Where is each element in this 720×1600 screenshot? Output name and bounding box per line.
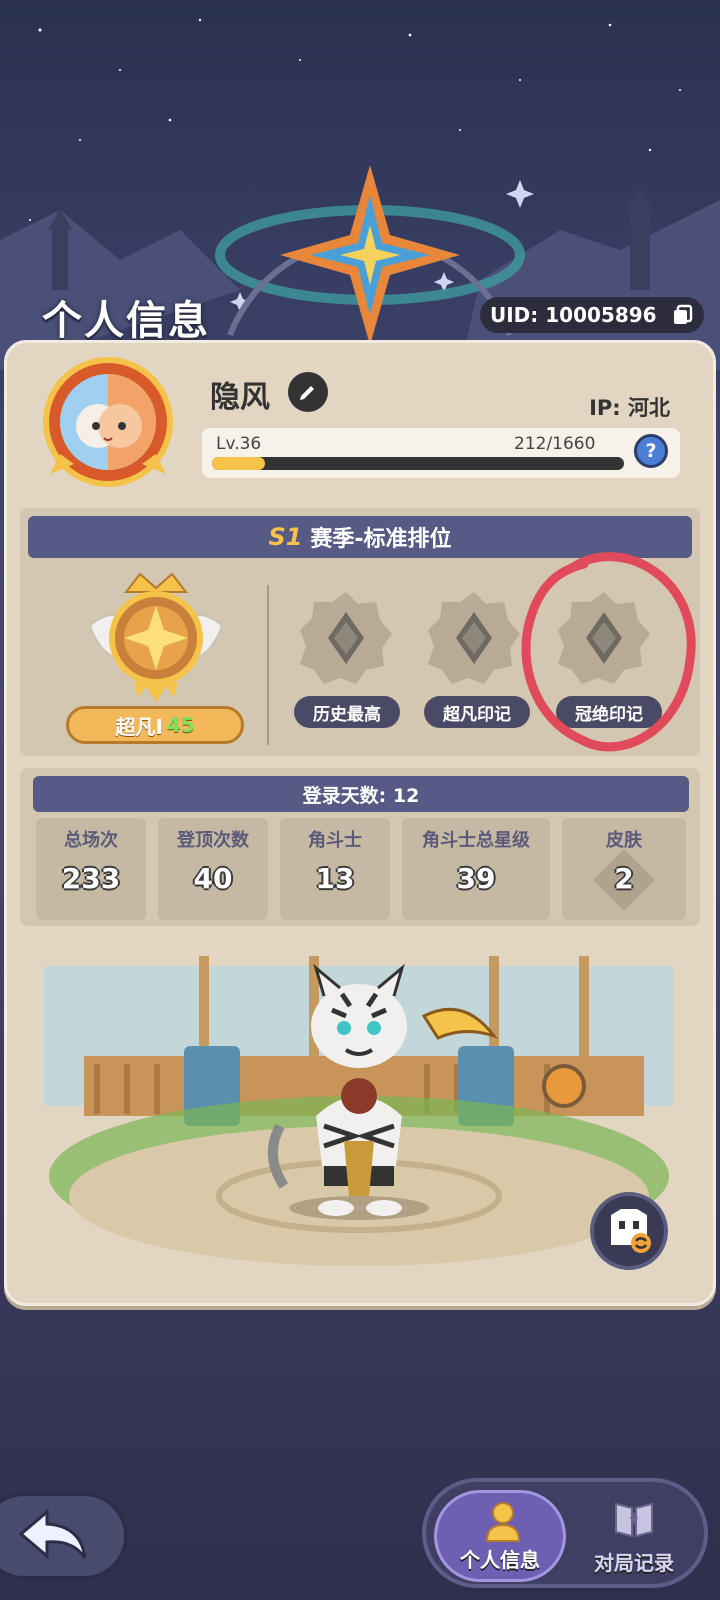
stat-label: 登顶次数: [177, 830, 249, 851]
stat-top-finishes: 登顶次数 40: [158, 818, 268, 920]
tab-label: 对局记录: [594, 1551, 674, 1575]
bottom-tab-bar: 个人信息 对局记录: [422, 1478, 708, 1588]
rank-name: 超凡I: [115, 714, 163, 739]
season-title: 赛季-标准排位: [310, 527, 452, 552]
stat-value: 233: [61, 862, 121, 895]
level-box: Lv.36 212/1660 ?: [202, 428, 680, 478]
history-best-label: 历史最高: [294, 696, 400, 728]
tab-match-history[interactable]: 对局记录: [568, 1490, 700, 1582]
extraordinary-mark-icon[interactable]: [426, 590, 522, 686]
history-best-mark-icon[interactable]: [298, 590, 394, 686]
back-button[interactable]: [0, 1492, 128, 1580]
uid-copy-button[interactable]: UID: 10005896: [480, 297, 704, 333]
season-tag: S1: [268, 523, 303, 551]
tab-label: 个人信息: [460, 1548, 540, 1572]
player-name: 隐风: [210, 380, 270, 415]
uid-text: UID: 10005896: [490, 303, 657, 327]
login-days: 登录天数: 12: [33, 776, 689, 812]
stat-value: 13: [315, 862, 355, 895]
tab-personal-info[interactable]: 个人信息: [434, 1490, 566, 1582]
page-title: 个人信息: [42, 298, 210, 344]
rank-medal-icon[interactable]: [80, 566, 232, 706]
stat-gladiator-stars: 角斗士总星级 39: [402, 818, 550, 920]
rank-stars: 45: [166, 713, 195, 737]
divider: [267, 585, 269, 745]
stat-skins: 皮肤 2: [562, 818, 686, 920]
character-swap-icon: [611, 1209, 651, 1253]
current-rank-badge[interactable]: 超凡I 45: [66, 706, 244, 744]
stat-total-matches: 总场次 233: [36, 818, 146, 920]
back-arrow-icon: [18, 1508, 87, 1560]
copy-icon: [674, 304, 693, 324]
stat-value: 40: [193, 862, 233, 895]
stat-label: 角斗士: [308, 830, 362, 851]
xp-text: 212/1660: [514, 434, 596, 454]
stat-value: 2: [614, 862, 634, 895]
stat-value: 39: [456, 862, 496, 895]
avatar[interactable]: [40, 354, 176, 490]
ip-location: IP: 河北: [589, 396, 670, 420]
stat-gladiators: 角斗士 13: [280, 818, 390, 920]
stat-label: 总场次: [64, 830, 118, 851]
pencil-icon: [300, 386, 314, 400]
xp-progress-fill: [212, 457, 265, 470]
red-circle-annotation: [521, 552, 696, 752]
book-icon: [615, 1502, 653, 1538]
edit-name-button[interactable]: [288, 372, 328, 412]
switch-gladiator-button[interactable]: [590, 1192, 668, 1270]
level-text: Lv.36: [216, 434, 262, 454]
help-button[interactable]: ?: [634, 434, 668, 468]
person-icon: [485, 1502, 521, 1542]
xp-progress-bar: [212, 457, 624, 470]
stat-label: 角斗士总星级: [422, 830, 530, 851]
